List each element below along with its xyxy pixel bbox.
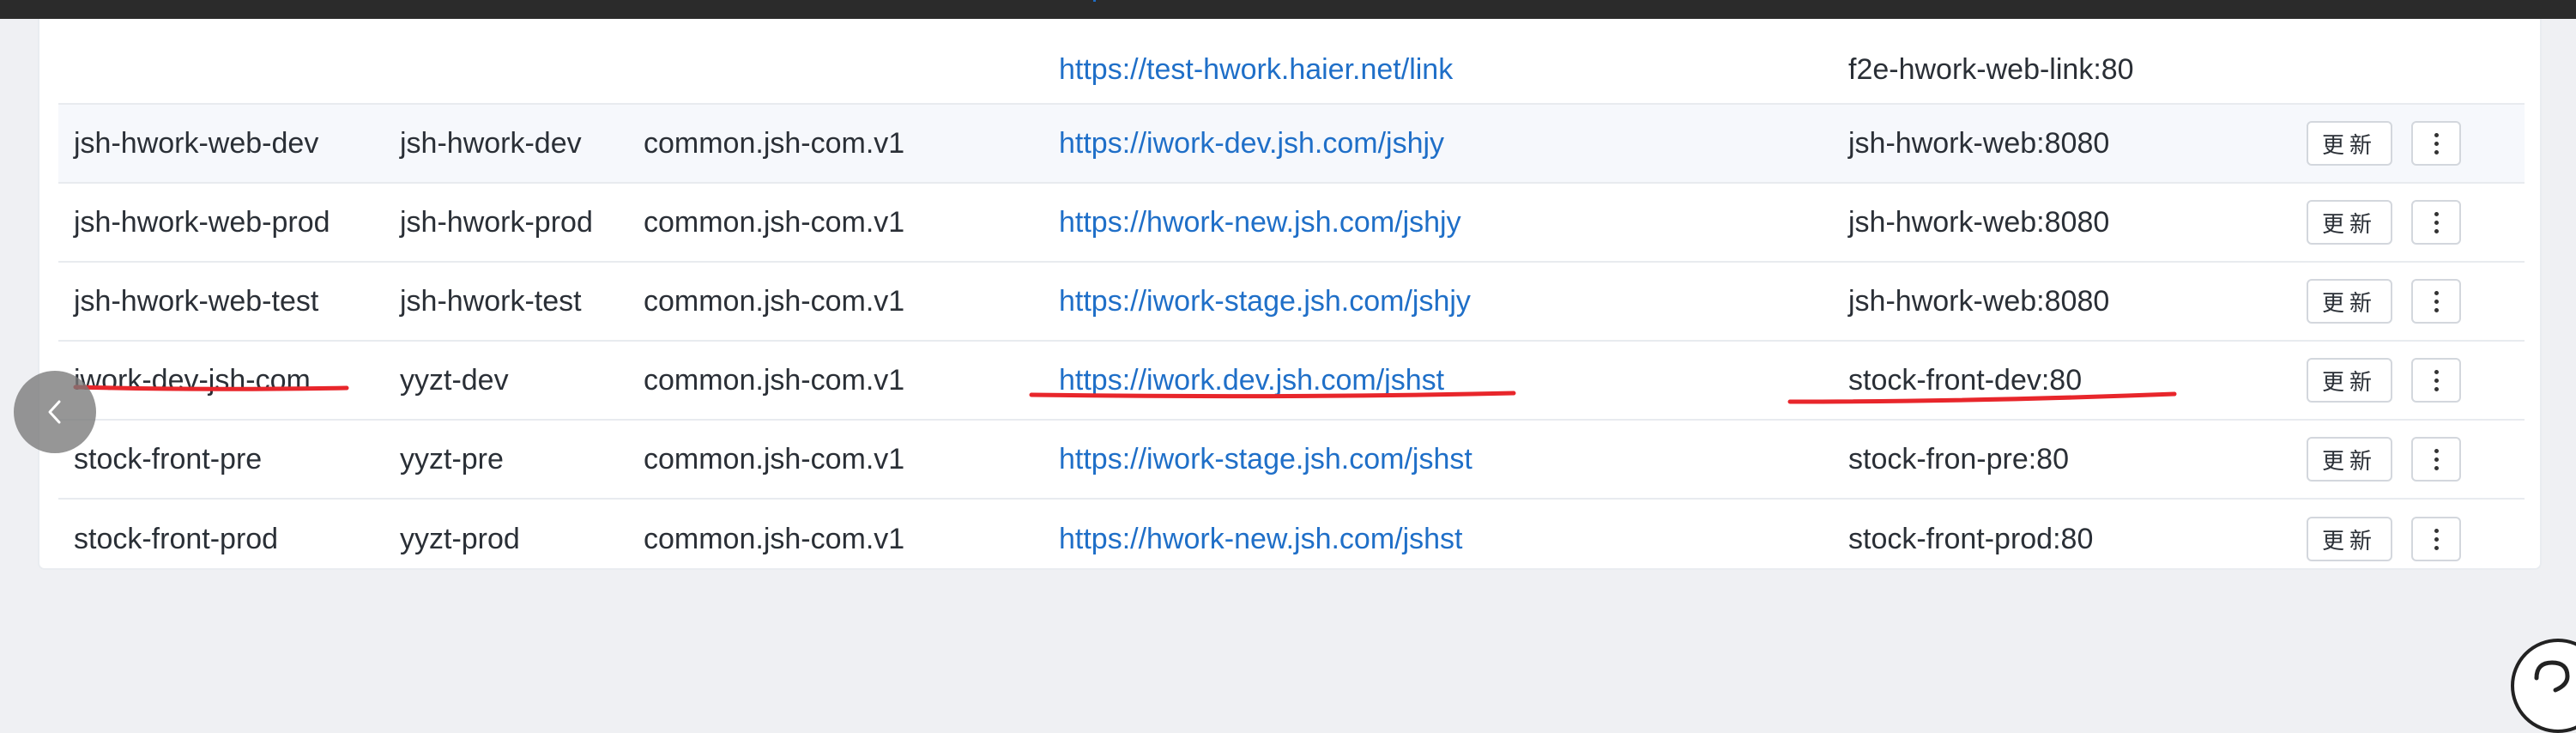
more-vertical-icon [2434, 448, 2439, 470]
row-gateway: common.jsh-com.v1 [644, 523, 905, 555]
row-name: jsh-hwork-web-test [74, 285, 319, 318]
row-gateway: common.jsh-com.v1 [644, 285, 905, 318]
table-row: jsh-hwork-web-prod jsh-hwork-prod common… [58, 184, 2525, 263]
update-button[interactable]: 更新 [2307, 437, 2392, 482]
more-vertical-icon [2434, 290, 2439, 312]
back-button[interactable] [14, 371, 96, 453]
row-namespace: yyzt-prod [400, 523, 520, 555]
table-row: https://test-hwork.haier.net/link https:… [58, 0, 2525, 105]
more-button[interactable] [2411, 517, 2461, 561]
row-name: jsh-hwork-web-prod [74, 206, 330, 239]
row-service: jsh-hwork-web:8080 [1848, 285, 2110, 318]
row-namespace: jsh-hwork-test [400, 285, 582, 318]
row-url[interactable]: https://test-hwork.haier.net/link [1059, 55, 1453, 84]
row-url[interactable]: https://iwork-dev.jsh.com/jshjy [1059, 129, 1444, 158]
row-gateway: common.jsh-com.v1 [644, 364, 905, 397]
table-row: stock-front-prod yyzt-prod common.jsh-co… [58, 500, 2525, 579]
help-button[interactable] [2511, 639, 2576, 733]
more-vertical-icon [2434, 211, 2439, 233]
row-service: stock-fron-pre:80 [1848, 443, 2069, 476]
row-service: stock-front-dev:80 [1848, 364, 2083, 397]
help-icon [2534, 660, 2570, 693]
row-url[interactable]: https://hwork-new.jsh.com/jshjy [1059, 208, 1461, 237]
row-gateway: common.jsh-com.v1 [644, 443, 905, 476]
update-button[interactable]: 更新 [2307, 200, 2392, 245]
row-gateway: common.jsh-com.v1 [644, 127, 905, 160]
row-url[interactable]: https://iwork-stage.jsh.com/jshst [1059, 445, 1472, 474]
more-button[interactable] [2411, 200, 2461, 245]
row-service: jsh-hwork-web:8080 [1848, 206, 2110, 239]
table-row: iwork-dev-jsh-com yyzt-dev common.jsh-co… [58, 342, 2525, 421]
more-vertical-icon [2434, 132, 2439, 154]
ingress-table: https://test-hwork.haier.net/link https:… [38, 0, 2542, 570]
row-name: jsh-hwork-web-dev [74, 127, 319, 160]
row-name: stock-front-prod [74, 523, 279, 555]
clipped-text: https://test-hwork.haier.net/link [1059, 0, 1453, 2]
table-row: jsh-hwork-web-dev jsh-hwork-dev common.j… [58, 105, 2525, 184]
row-url[interactable]: https://hwork-new.jsh.com/jshst [1059, 524, 1463, 554]
update-button[interactable]: 更新 [2307, 517, 2392, 561]
row-url[interactable]: https://iwork.dev.jsh.com/jshst [1059, 366, 1444, 395]
more-button[interactable] [2411, 437, 2461, 482]
update-button[interactable]: 更新 [2307, 121, 2392, 166]
row-url-clipped: https://test-hwork.haier.net/link [1059, 0, 1453, 2]
row-namespace: yyzt-dev [400, 364, 509, 397]
more-vertical-icon [2434, 528, 2439, 550]
row-namespace: jsh-hwork-prod [400, 206, 593, 239]
row-name: iwork-dev-jsh-com [74, 364, 311, 397]
table-row: stock-front-pre yyzt-pre common.jsh-com.… [58, 421, 2525, 500]
table-row: jsh-hwork-web-test jsh-hwork-test common… [58, 263, 2525, 342]
more-button[interactable] [2411, 358, 2461, 403]
row-namespace: jsh-hwork-dev [400, 127, 582, 160]
more-vertical-icon [2434, 369, 2439, 391]
row-name: stock-front-pre [74, 443, 263, 476]
row-service: f2e-hwork-web-link:80 [1848, 53, 2134, 86]
more-button[interactable] [2411, 121, 2461, 166]
row-service: stock-front-prod:80 [1848, 523, 2094, 555]
update-button[interactable]: 更新 [2307, 279, 2392, 324]
row-url[interactable]: https://iwork-stage.jsh.com/jshjy [1059, 287, 1471, 316]
chevron-left-icon [48, 400, 61, 424]
update-button[interactable]: 更新 [2307, 358, 2392, 403]
more-button[interactable] [2411, 279, 2461, 324]
row-namespace: yyzt-pre [400, 443, 504, 476]
row-gateway: common.jsh-com.v1 [644, 206, 905, 239]
row-service: jsh-hwork-web:8080 [1848, 127, 2110, 160]
